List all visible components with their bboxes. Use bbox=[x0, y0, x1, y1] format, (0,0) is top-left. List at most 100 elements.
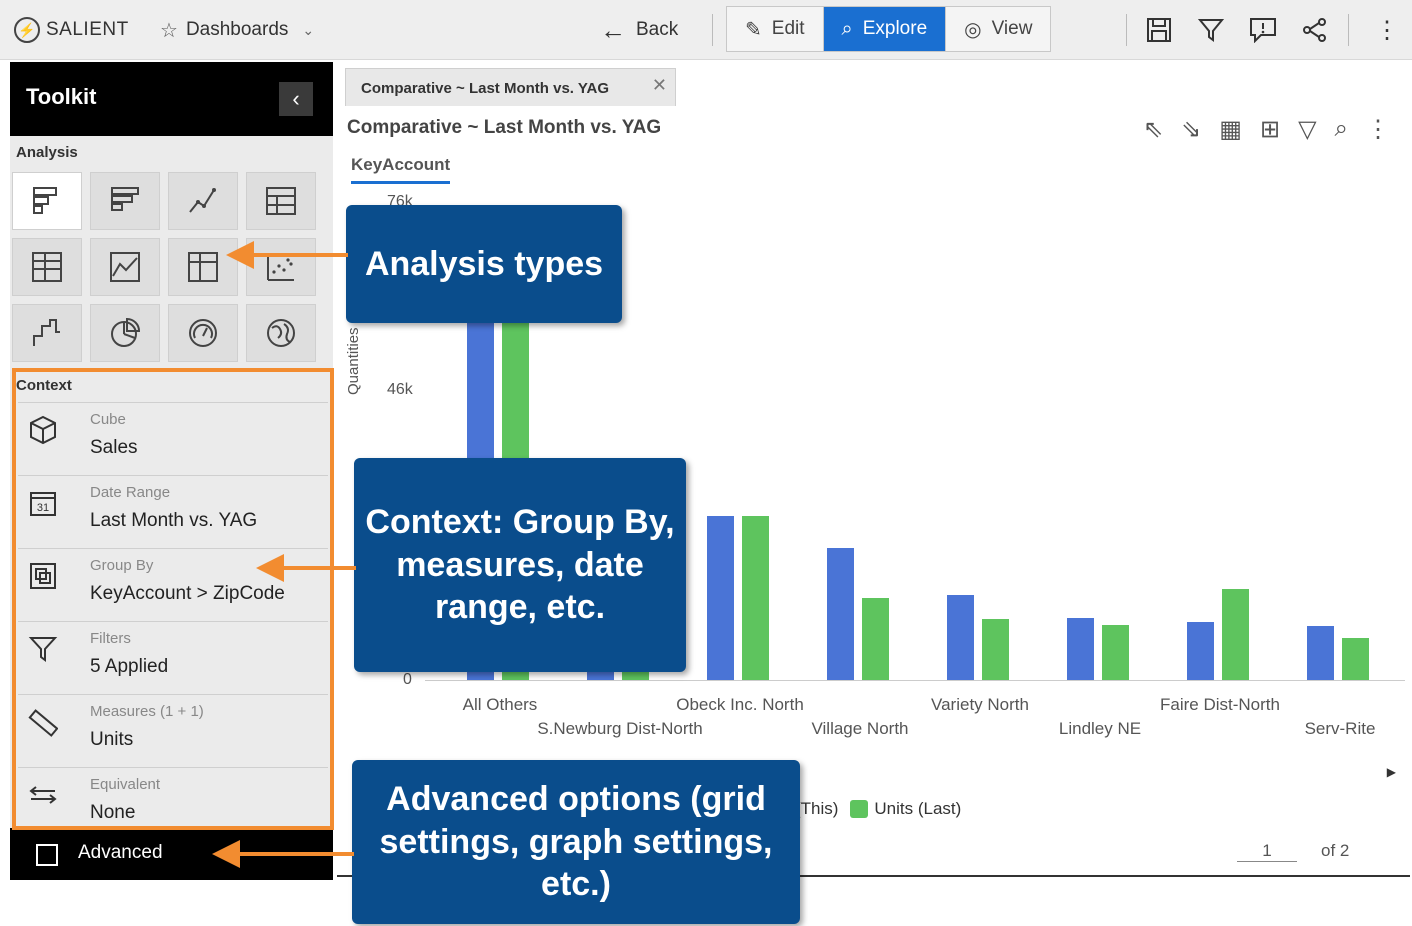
analysis-section-label: Analysis bbox=[16, 144, 78, 161]
calendar-icon[interactable]: ▦ bbox=[1219, 115, 1242, 144]
filter-icon[interactable]: ▽ bbox=[1298, 115, 1316, 144]
tab-keyaccount[interactable]: KeyAccount bbox=[351, 155, 451, 184]
pie-chart-icon[interactable] bbox=[90, 304, 160, 362]
view-label: View bbox=[991, 18, 1033, 39]
bar-last-3[interactable] bbox=[862, 598, 889, 680]
bar-this-2[interactable] bbox=[707, 516, 734, 680]
x-label-2: Obeck Inc. North bbox=[676, 695, 804, 714]
page-number-input[interactable]: 1 bbox=[1237, 841, 1297, 862]
divider bbox=[1126, 14, 1127, 46]
share-icon[interactable] bbox=[1300, 14, 1330, 46]
top-bar: ⚡ SALIENT ☆ Dashboards ⌄ ← Back ✎ Edit ⌕… bbox=[0, 0, 1412, 60]
callout-analysis-types: Analysis types bbox=[346, 205, 622, 323]
callout-arrow-head bbox=[212, 840, 240, 868]
back-button[interactable]: ← Back bbox=[600, 0, 678, 60]
tab-label: Comparative ~ Last Month vs. YAG bbox=[361, 80, 609, 97]
tab-comparative[interactable]: Comparative ~ Last Month vs. YAG ✕ bbox=[345, 68, 676, 106]
dashboards-label: Dashboards bbox=[185, 19, 289, 40]
x-label-5: Lindley NE bbox=[1058, 719, 1142, 738]
bar-last-4[interactable] bbox=[982, 619, 1009, 680]
context-highlight-frame bbox=[12, 368, 334, 830]
logo-text: SALIENT bbox=[46, 19, 129, 40]
callout-arrow-line bbox=[252, 253, 348, 257]
grid-table-icon[interactable] bbox=[246, 172, 316, 230]
back-label: Back bbox=[636, 19, 679, 40]
line-chart-icon[interactable] bbox=[168, 172, 238, 230]
more-vertical-icon[interactable]: ⋮ bbox=[1366, 115, 1390, 144]
pager: 1 of 2 bbox=[1237, 841, 1349, 862]
salient-logo[interactable]: ⚡ SALIENT bbox=[14, 0, 129, 60]
analysis-types-grid bbox=[12, 172, 328, 362]
bar-horizontal-icon[interactable] bbox=[12, 172, 82, 230]
divider bbox=[712, 14, 713, 46]
callout-arrow-head bbox=[226, 241, 254, 269]
chevron-down-icon: ⌄ bbox=[302, 21, 315, 38]
eye-icon: ◎ bbox=[964, 18, 982, 41]
legend-last-label: Units (Last) bbox=[874, 799, 962, 818]
toolkit-title: Toolkit bbox=[26, 84, 97, 109]
bar-last-6[interactable] bbox=[1222, 589, 1249, 680]
bar-last-5[interactable] bbox=[1102, 625, 1129, 680]
panel-toolbar: ⇖ ⇘ ▦ ⊞ ▽ ⌕ ⋮ bbox=[1143, 115, 1390, 144]
x-label-4: Variety North bbox=[931, 695, 1029, 714]
step-chart-icon[interactable] bbox=[12, 304, 82, 362]
callout-arrow-head bbox=[256, 554, 284, 582]
collapse-toolkit-button[interactable]: ‹ bbox=[279, 82, 313, 116]
close-icon[interactable]: ✕ bbox=[652, 75, 667, 96]
mode-switcher: ✎ Edit ⌕ Explore ◎ View bbox=[726, 6, 1052, 52]
arrow-up-left-icon[interactable]: ⇖ bbox=[1143, 115, 1163, 144]
view-button[interactable]: ◎ View bbox=[946, 7, 1051, 51]
logo-icon: ⚡ bbox=[14, 17, 40, 43]
x-label-3: Village North bbox=[811, 719, 909, 738]
arrow-left-icon: ← bbox=[600, 14, 626, 45]
bar-this-6[interactable] bbox=[1187, 622, 1214, 680]
page-total: of 2 bbox=[1321, 841, 1350, 860]
callout-arrow-line bbox=[240, 852, 354, 856]
bar-stacked-icon[interactable] bbox=[90, 172, 160, 230]
star-icon[interactable]: ☆ bbox=[160, 18, 178, 43]
edit-button[interactable]: ✎ Edit bbox=[727, 7, 824, 51]
x-label-7: Serv-Rite bbox=[1304, 719, 1376, 738]
explore-button[interactable]: ⌕ Explore bbox=[823, 7, 947, 51]
advanced-checkbox[interactable] bbox=[36, 844, 58, 866]
filter-icon[interactable] bbox=[1196, 14, 1226, 46]
y-axis-label: Quantities bbox=[345, 327, 362, 395]
bar-this-5[interactable] bbox=[1067, 618, 1094, 680]
area-chart-icon[interactable] bbox=[90, 238, 160, 296]
x-label-1: S.Newburg Dist-North bbox=[537, 719, 703, 738]
chart-legend: ts (This) Units (Last) bbox=[777, 799, 961, 819]
pencil-icon: ✎ bbox=[745, 18, 762, 41]
y-tick-46k: 46k bbox=[387, 381, 413, 398]
more-vertical-icon[interactable]: ⋮ bbox=[1372, 14, 1402, 46]
panel-title: Comparative ~ Last Month vs. YAG bbox=[347, 117, 662, 138]
crosstab-icon[interactable] bbox=[12, 238, 82, 296]
x-label-6: Faire Dist-North bbox=[1160, 695, 1280, 714]
y-tick-0: 0 bbox=[403, 671, 412, 688]
x-label-0: All Others bbox=[462, 695, 538, 714]
explore-label: Explore bbox=[862, 18, 928, 39]
callout-context: Context: Group By, measures, date range,… bbox=[354, 458, 686, 672]
grid-icon[interactable]: ⊞ bbox=[1260, 115, 1280, 144]
callout-arrow-line bbox=[282, 566, 356, 570]
scroll-right-icon[interactable]: ▶ bbox=[1387, 765, 1396, 779]
bar-this-7[interactable] bbox=[1307, 626, 1334, 680]
map-icon[interactable] bbox=[246, 304, 316, 362]
bar-this-4[interactable] bbox=[947, 595, 974, 680]
scatter-icon[interactable] bbox=[246, 238, 316, 296]
save-icon[interactable] bbox=[1144, 14, 1174, 46]
legend-swatch-last bbox=[850, 800, 869, 818]
explore-icon: ⌕ bbox=[841, 17, 853, 40]
search-icon[interactable]: ⌕ bbox=[1335, 115, 1348, 144]
comment-alert-icon[interactable] bbox=[1248, 14, 1278, 46]
gauge-icon[interactable] bbox=[168, 304, 238, 362]
edit-label: Edit bbox=[771, 18, 805, 39]
bar-last-7[interactable] bbox=[1342, 638, 1369, 680]
bar-this-3[interactable] bbox=[827, 548, 854, 680]
bar-last-2[interactable] bbox=[742, 516, 769, 680]
advanced-label: Advanced bbox=[78, 842, 163, 863]
chevron-left-icon: ‹ bbox=[292, 86, 300, 111]
arrow-down-right-icon[interactable]: ⇘ bbox=[1181, 115, 1201, 144]
dashboards-menu[interactable]: ☆ Dashboards ⌄ bbox=[160, 0, 314, 60]
divider bbox=[1348, 14, 1349, 46]
callout-advanced: Advanced options (grid settings, graph s… bbox=[352, 760, 800, 924]
